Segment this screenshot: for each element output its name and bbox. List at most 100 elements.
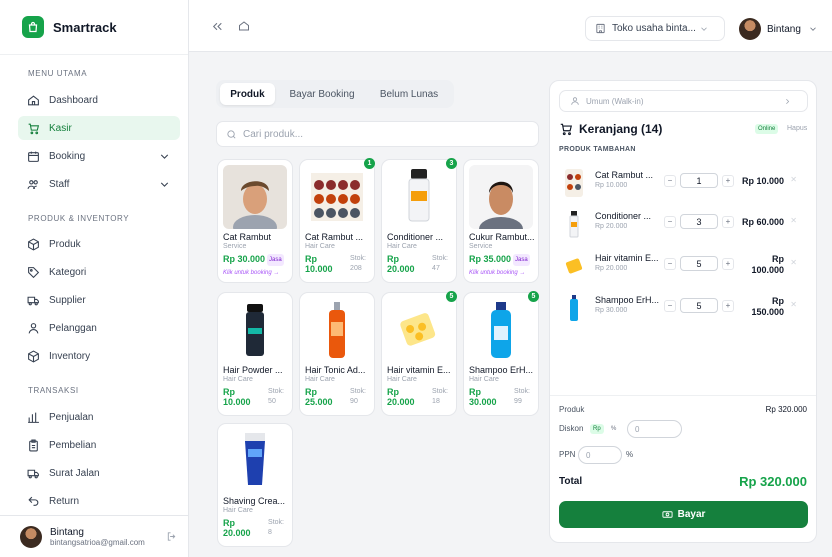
product-card[interactable]: 5 Shampoo ErH... Hair Care Rp 30.000 Stok… — [463, 291, 539, 416]
app-name: Smartrack — [53, 19, 117, 35]
quantity-stepper: − 1 + — [664, 173, 734, 188]
sidebar-item-pelanggan[interactable]: Pelanggan — [18, 316, 180, 340]
tab-belum-lunas[interactable]: Belum Lunas — [368, 83, 450, 105]
sidebar-item-staff[interactable]: Staff — [18, 172, 180, 196]
sidebar-item-produk[interactable]: Produk — [18, 232, 180, 256]
product-card[interactable]: 1 Cat Rambut ... Hair Care Rp 10.000 Stok… — [299, 158, 375, 283]
quantity-input[interactable]: 5 — [680, 256, 718, 271]
sidebar-item-return[interactable]: Return — [18, 489, 180, 513]
product-card[interactable]: Hair Tonic Ad... Hair Care Rp 25.000 Stok… — [299, 292, 375, 416]
product-category: Hair Care — [305, 243, 335, 250]
increase-button[interactable]: + — [722, 257, 734, 270]
increase-button[interactable]: + — [722, 299, 734, 312]
pay-button[interactable]: Bayar — [559, 501, 808, 528]
increase-button[interactable]: + — [722, 215, 734, 228]
search-input[interactable]: Cari produk... — [243, 129, 303, 140]
product-card[interactable]: 5 Hair vitamin E... Hair Care Rp 20.000 S… — [381, 291, 457, 416]
product-name: Cukur Rambut... — [469, 232, 535, 242]
product-name: Cat Rambut ... — [305, 232, 364, 242]
user-menu[interactable]: Bintang — [739, 18, 818, 40]
cart-qty-badge: 1 — [364, 158, 375, 169]
product-category: Hair Care — [223, 507, 253, 514]
cart-item: Hair vitamin E... Rp 20.000 − 5 + Rp 100.… — [559, 249, 809, 283]
product-search[interactable]: Cari produk... — [216, 121, 539, 147]
product-category: Hair Care — [387, 376, 417, 383]
sidebar-item-surat-jalan[interactable]: Surat Jalan — [18, 461, 180, 485]
quantity-input[interactable]: 5 — [680, 298, 718, 313]
product-price: 30.000 — [469, 397, 497, 407]
stock-label: Stok: — [432, 388, 448, 395]
product-card[interactable]: Shaving Crea... Hair Care Rp 20.000 Stok:… — [217, 423, 293, 547]
quantity-stepper: − 5 + — [664, 298, 734, 313]
discount-type-percent[interactable]: % — [608, 424, 619, 434]
users-icon — [27, 179, 38, 189]
product-name: Hair Tonic Ad... — [305, 365, 366, 375]
cart-item-name: Conditioner ... — [595, 211, 652, 221]
avatar — [739, 18, 761, 40]
cart-item: Shampoo ErH... Rp 30.000 − 5 + Rp 150.000… — [559, 291, 809, 325]
quantity-input[interactable]: 1 — [680, 173, 718, 188]
stock-label: Stok: — [350, 255, 366, 262]
decrease-button[interactable]: − — [664, 174, 676, 187]
sidebar-item-inventory[interactable]: Inventory — [18, 344, 180, 368]
topbar-user-name: Bintang — [767, 23, 801, 35]
stock-label: Stok: — [268, 519, 284, 526]
product-card[interactable]: 3 Conditioner ... Hair Care Rp 20.000 Sto… — [381, 158, 457, 283]
decrease-button[interactable]: − — [664, 215, 676, 228]
customer-selector[interactable]: Umum (Walk-in) — [559, 90, 808, 112]
cart-section-title: PRODUK TAMBAHAN — [559, 146, 636, 153]
cart-icon — [28, 123, 40, 134]
cart-item-subtotal: Rp 100.000 — [751, 254, 784, 276]
subtotal-line-1: Rp — [772, 296, 784, 306]
product-image — [387, 165, 451, 229]
sidebar-item-pembelian[interactable]: Pembelian — [18, 433, 180, 457]
chevron-right-icon — [786, 98, 790, 104]
tab-produk[interactable]: Produk — [220, 83, 275, 105]
product-category: Hair Care — [387, 243, 417, 250]
sidebar-item-kategori[interactable]: Kategori — [18, 260, 180, 284]
clear-cart-button[interactable]: Hapus — [787, 125, 807, 132]
decrease-button[interactable]: − — [664, 299, 676, 312]
chevron-down-icon — [701, 26, 707, 31]
collapse-sidebar-icon[interactable] — [209, 18, 225, 34]
discount-input[interactable]: 0 — [627, 420, 682, 438]
stock-label: Stok: — [350, 388, 366, 395]
cart-qty-badge: 5 — [528, 291, 539, 302]
sidebar-item-penjualan[interactable]: Penjualan — [18, 405, 180, 429]
remove-item-icon[interactable]: ✕ — [790, 216, 797, 225]
home-icon[interactable] — [236, 18, 252, 34]
subtotal-line-1: Rp — [772, 254, 784, 264]
remove-item-icon[interactable]: ✕ — [790, 300, 797, 309]
user-email: bintangsatrioa@gmail.com — [50, 537, 145, 547]
sidebar-item-supplier[interactable]: Supplier — [18, 288, 180, 312]
cart-item-image — [565, 210, 583, 238]
user-name: Bintang — [50, 526, 84, 538]
cart-item-price: Rp 20.000 — [595, 223, 628, 230]
product-card[interactable]: Cat Rambut Service Rp 30.000 Jasa Klik un… — [217, 159, 293, 283]
product-card[interactable]: Hair Powder ... Hair Care Rp 10.000 Stok:… — [217, 292, 293, 416]
sidebar-item-label: Supplier — [49, 294, 86, 306]
sidebar-item-kasir[interactable]: Kasir — [18, 116, 180, 140]
sidebar-item-dashboard[interactable]: Dashboard — [18, 88, 180, 112]
product-card[interactable]: Cukur Rambut... Service Rp 35.000 Jasa Kl… — [463, 159, 539, 283]
logout-icon[interactable] — [166, 531, 177, 542]
tab-bayar-booking[interactable]: Bayar Booking — [280, 83, 364, 105]
discount-type-rp[interactable]: Rp — [590, 424, 604, 434]
product-category: Hair Care — [305, 376, 335, 383]
product-price: 25.000 — [305, 397, 333, 407]
remove-item-icon[interactable]: ✕ — [790, 258, 797, 267]
total-value: Rp 320.000 — [739, 474, 807, 489]
product-image — [469, 298, 533, 362]
cart-item-image — [565, 169, 583, 197]
ppn-input[interactable]: 0 — [578, 446, 622, 464]
store-selector[interactable]: Toko usaha binta... — [585, 16, 725, 41]
section-produk-inventory: PRODUK & INVENTORY — [28, 214, 130, 223]
cart-item-price: Rp 10.000 — [595, 182, 628, 189]
decrease-button[interactable]: − — [664, 257, 676, 270]
sidebar-item-booking[interactable]: Booking — [18, 144, 180, 168]
quantity-input[interactable]: 3 — [680, 214, 718, 229]
remove-item-icon[interactable]: ✕ — [790, 175, 797, 184]
booking-hint: Klik untuk booking → — [223, 270, 280, 276]
increase-button[interactable]: + — [722, 174, 734, 187]
stock-label: Stok: — [268, 388, 284, 395]
